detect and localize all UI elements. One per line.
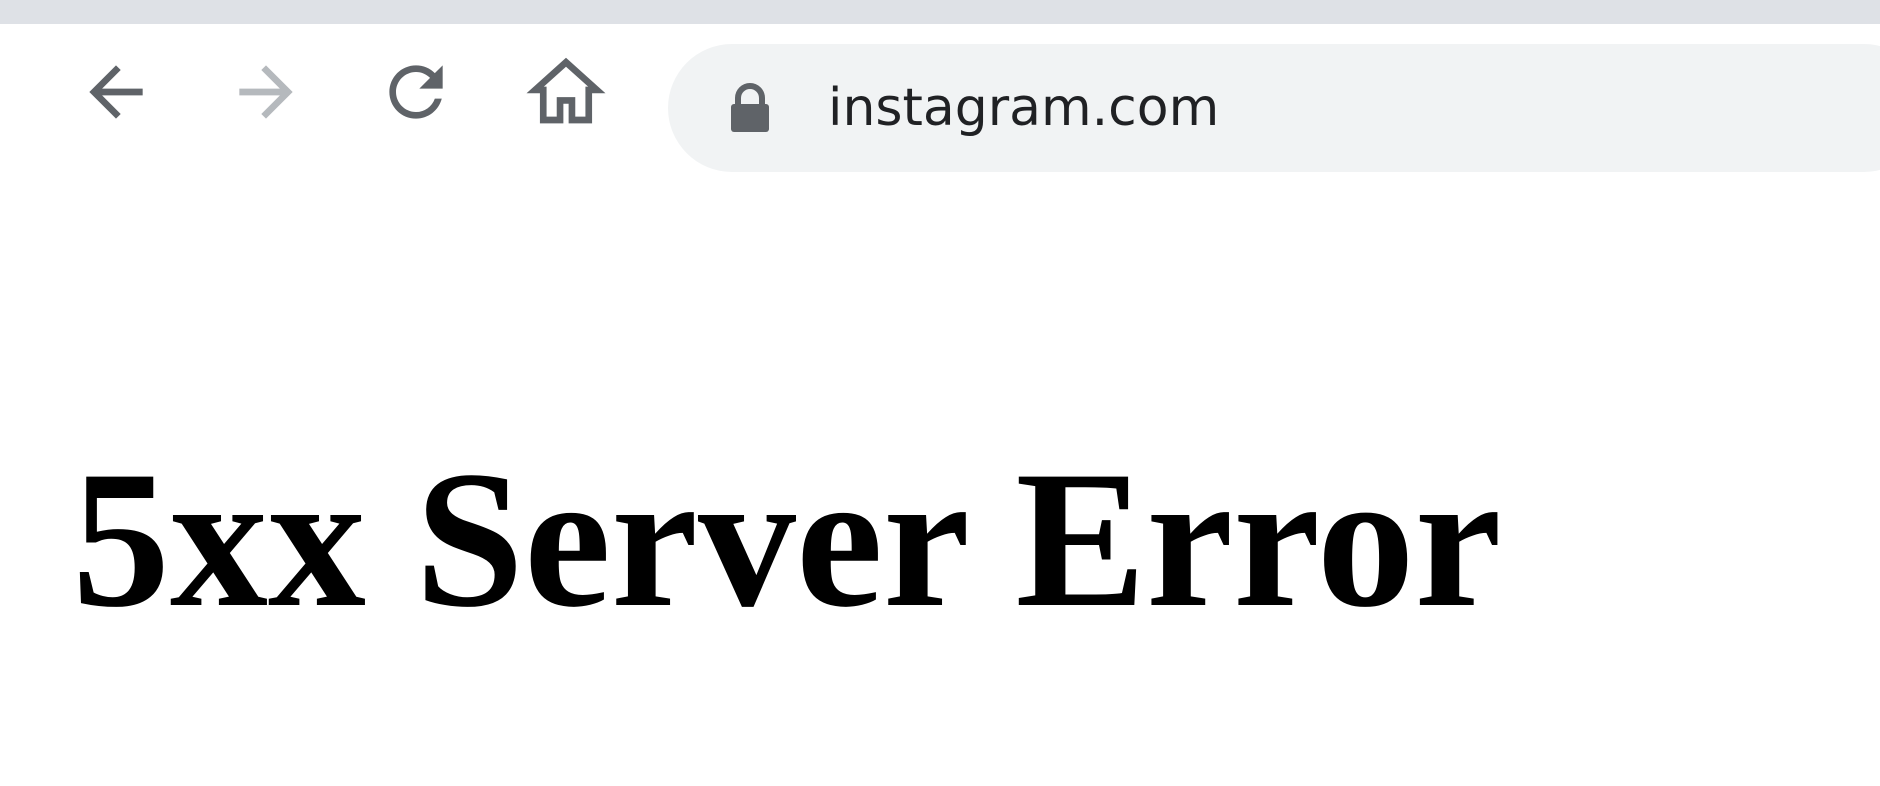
url-text[interactable]: instagram.com xyxy=(828,76,1219,140)
tab-strip xyxy=(0,0,1880,24)
reload-button[interactable] xyxy=(368,44,464,140)
arrow-left-icon xyxy=(89,65,143,119)
lock-icon[interactable] xyxy=(728,82,772,134)
back-button[interactable] xyxy=(68,44,164,140)
home-button[interactable] xyxy=(518,44,614,140)
page-heading: 5xx Server Error xyxy=(72,431,1502,648)
arrow-right-icon xyxy=(239,65,293,119)
forward-button[interactable] xyxy=(218,44,314,140)
reload-icon xyxy=(389,65,443,119)
home-icon xyxy=(526,57,606,124)
